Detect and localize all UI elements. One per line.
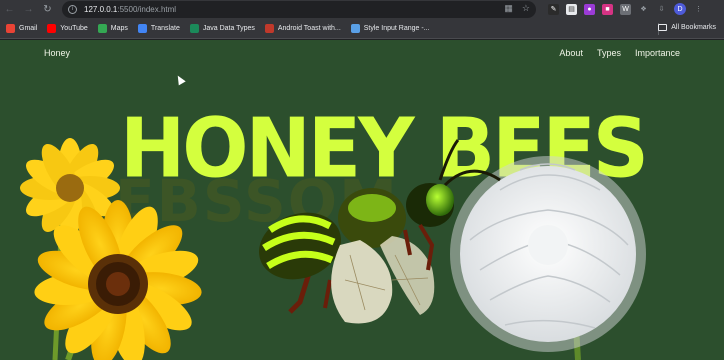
extension-pink-icon[interactable]: ■ [602, 3, 613, 15]
bookmark-label: Style Input Range -... [363, 25, 430, 32]
bookmark-gmail[interactable]: Gmail [6, 24, 37, 33]
white-chrysanthemum [450, 156, 646, 360]
bookmark-java-data-types[interactable]: Java Data Types [189, 24, 255, 33]
bookmark-label: Maps [110, 25, 128, 32]
stack-icon [350, 24, 360, 33]
bookmark-youtube[interactable]: YouTube [47, 24, 88, 33]
all-bookmarks-label: All Bookmarks [671, 24, 716, 31]
bookmark-label: YouTube [60, 25, 88, 32]
browser-toolbar: ← → ↻ i 127.0.0.1:5500/index.html ▦ ☆ ✎ … [0, 0, 724, 19]
extension-pen-icon[interactable]: ✎ [548, 3, 559, 15]
bookmark-maps[interactable]: Maps [97, 24, 128, 33]
extension-sheet-icon[interactable]: ▤ [566, 3, 577, 15]
android-icon [264, 24, 274, 33]
bookmark-label: Android Toast with... [277, 25, 341, 32]
translate-icon [137, 24, 147, 33]
back-icon[interactable]: ← [0, 0, 19, 19]
reload-icon[interactable]: ↻ [38, 0, 57, 19]
forward-icon[interactable]: → [19, 0, 38, 19]
downloads-icon[interactable]: ⇩ [656, 4, 667, 15]
bookmark-label: Java Data Types [202, 25, 255, 32]
youtube-icon [47, 24, 57, 33]
w3-icon [189, 24, 199, 33]
extensions-puzzle-icon[interactable]: ❖ [638, 4, 649, 15]
folder-icon [658, 24, 668, 31]
site-info-icon[interactable]: i [68, 5, 77, 14]
bookmark-label: Gmail [19, 25, 38, 32]
translate-icon[interactable]: ▦ [504, 3, 513, 14]
page-viewport: Honey About Types Importance EBSSOM HONE… [0, 40, 724, 360]
profile-avatar[interactable]: D [674, 3, 686, 15]
menu-kebab-icon[interactable]: ⋮ [693, 4, 704, 15]
extension-w-icon[interactable]: W [620, 3, 631, 15]
hero-illustration [20, 138, 646, 360]
bookmark-translate[interactable]: Translate [137, 24, 180, 33]
url-path: :5500/index.html [117, 5, 177, 14]
maps-icon [97, 24, 107, 33]
address-bar[interactable]: i 127.0.0.1:5500/index.html ▦ ☆ [62, 1, 536, 18]
gmail-icon [6, 24, 15, 33]
bookmark-style-input-range[interactable]: Style Input Range -... [350, 24, 430, 33]
bookmark-star-icon[interactable]: ☆ [522, 3, 530, 14]
bookmark-label: Translate [150, 25, 180, 32]
bookmark-android-toast[interactable]: Android Toast with... [264, 24, 341, 33]
extension-circle-icon[interactable]: ● [584, 3, 595, 15]
bookmarks-bar: Gmail YouTube Maps Translate Java Data T… [0, 19, 724, 39]
url-host: 127.0.0.1 [84, 5, 118, 14]
all-bookmarks-button[interactable]: All Bookmarks [658, 24, 716, 31]
